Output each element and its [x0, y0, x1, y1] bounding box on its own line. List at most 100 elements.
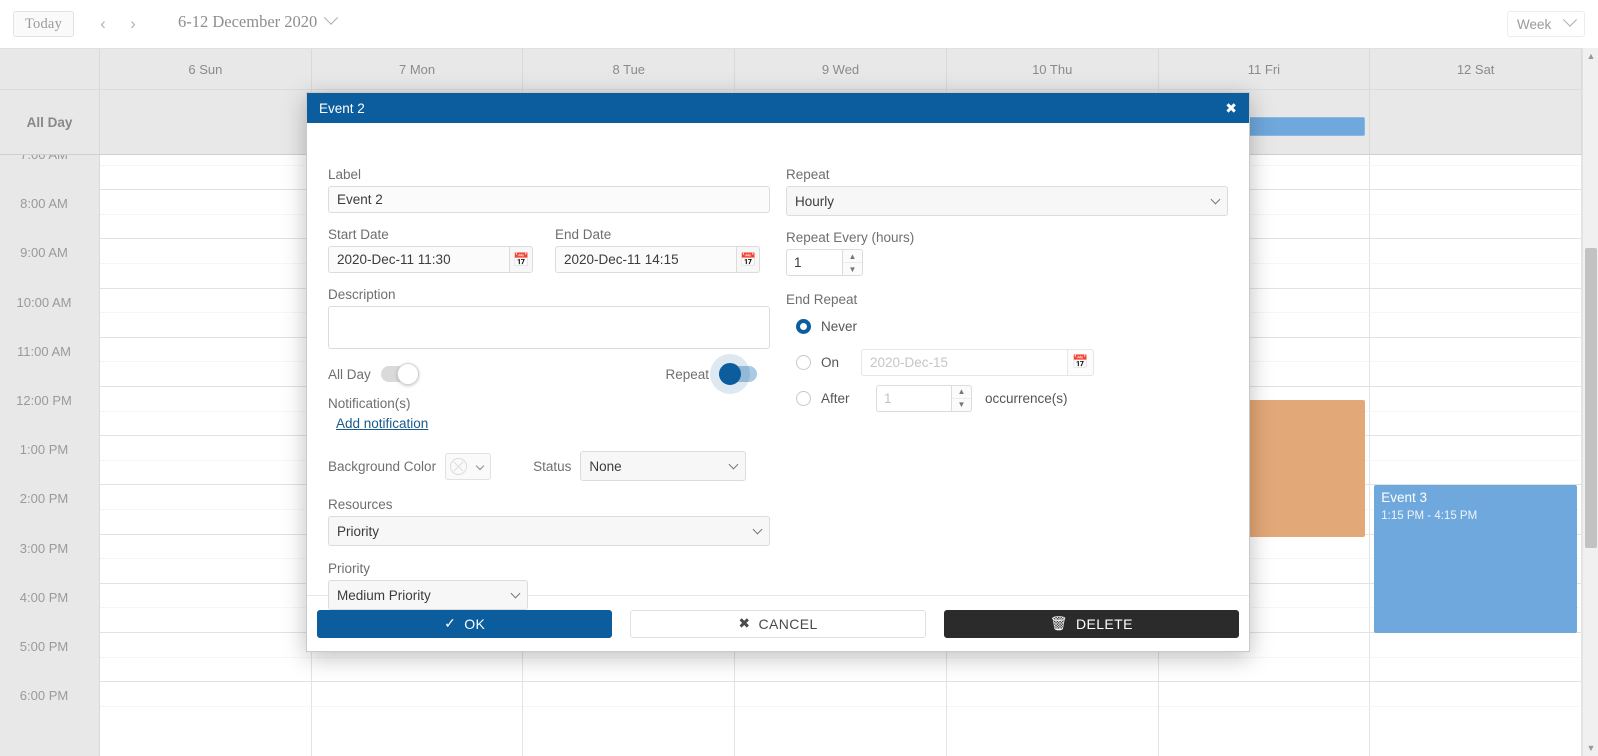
repeat-toggle-label: Repeat — [665, 366, 709, 382]
repeat-toggle[interactable] — [719, 363, 757, 385]
end-repeat-on-row[interactable]: On 2020-Dec-15 📅 — [786, 347, 1228, 377]
day-column-6[interactable] — [1370, 155, 1582, 756]
radio-on[interactable] — [796, 354, 811, 370]
day-header-3[interactable]: 9 Wed — [735, 49, 947, 90]
trash-icon: 🗑 — [1049, 615, 1068, 631]
start-date-input[interactable]: 2020-Dec-11 11:30 — [328, 246, 510, 273]
calendar-app: Today ‹ › 6-12 December 2020 Week 6 Sun 7… — [0, 0, 1598, 756]
chevron-down-icon — [1562, 12, 1578, 27]
calendar-icon[interactable]: 📅 — [1067, 348, 1094, 376]
repeat-value: Hourly — [795, 193, 835, 209]
event-dialog: Event 2 ✖ Label Event 2 Start Date 2020-… — [306, 92, 1250, 652]
resources-select[interactable]: Priority — [328, 516, 770, 546]
stepper-down-icon[interactable]: ▼ — [843, 263, 862, 275]
resources-label: Resources — [328, 497, 393, 512]
priority-select[interactable]: Medium Priority — [328, 580, 528, 610]
radio-after[interactable] — [796, 390, 811, 406]
end-repeat-never-row[interactable]: Never — [786, 311, 1228, 341]
priority-value: Medium Priority — [337, 587, 431, 603]
end-date-input[interactable]: 2020-Dec-11 14:15 — [555, 246, 737, 273]
time-label-2: 9:00 AM — [20, 245, 68, 261]
description-label: Description — [328, 287, 396, 302]
day-header-6[interactable]: 12 Sat — [1370, 49, 1582, 90]
cancel-button[interactable]: ✖ CANCEL — [630, 609, 926, 638]
delete-button-label: DELETE — [1075, 615, 1133, 632]
repeat-select[interactable]: Hourly — [786, 186, 1228, 216]
time-label-3: 10:00 AM — [16, 294, 72, 310]
delete-button[interactable]: 🗑 DELETE — [943, 609, 1239, 638]
occurrences-label: occurrence(s) — [985, 390, 1068, 406]
stepper-up-icon[interactable]: ▲ — [952, 386, 971, 399]
ok-button[interactable]: ✓ OK — [317, 609, 613, 638]
radio-never[interactable] — [796, 318, 811, 334]
end-repeat-after-row[interactable]: After 1 ▲ ▼ occurrence(s) — [786, 383, 1228, 413]
dialog-title: Event 2 — [319, 100, 365, 116]
end-repeat-date-input[interactable]: 2020-Dec-15 — [861, 348, 1067, 376]
day-header-label: 11 Fri — [1247, 62, 1281, 77]
end-date-label: End Date — [555, 227, 612, 242]
dialog-right-column: Repeat Hourly Repeat Every (hours) 1 ▲ ▼ — [786, 167, 1228, 413]
scrollbar-thumb[interactable] — [1585, 248, 1597, 548]
stepper-up-icon[interactable]: ▲ — [843, 250, 862, 263]
chevron-down-icon — [324, 10, 339, 25]
day-header-5[interactable]: 11 Fri — [1159, 49, 1371, 90]
cancel-button-label: CANCEL — [758, 615, 818, 632]
repeat-every-label: Repeat Every (hours) — [786, 230, 915, 245]
toggle-thumb — [719, 363, 741, 385]
add-notification-link[interactable]: Add notification — [336, 416, 428, 431]
dialog-left-column: Label Event 2 Start Date 2020-Dec-11 11:… — [328, 167, 770, 610]
repeat-select-label: Repeat — [786, 167, 830, 182]
all-day-cell-6[interactable] — [1370, 90, 1582, 154]
chevron-down-icon — [728, 459, 739, 470]
view-select[interactable]: Week — [1507, 11, 1585, 37]
time-label-1: 8:00 AM — [20, 196, 68, 212]
repeat-every-stepper[interactable]: 1 ▲ ▼ — [786, 249, 1228, 276]
all-day-cell-0[interactable] — [100, 90, 312, 154]
occurrences-input[interactable]: 1 — [876, 384, 951, 412]
all-day-toggle[interactable] — [380, 363, 419, 385]
label-input[interactable]: Event 2 — [328, 186, 770, 213]
scroll-down-icon[interactable]: ▼ — [1583, 740, 1598, 756]
status-select[interactable]: None — [580, 451, 747, 481]
next-week-icon[interactable]: › — [122, 12, 144, 36]
time-label-9: 4:00 PM — [19, 589, 69, 605]
vertical-scrollbar[interactable]: ▲ ▼ — [1582, 48, 1598, 756]
occurrences-stepper[interactable]: 1 ▲ ▼ — [876, 384, 972, 412]
day-header-2[interactable]: 8 Tue — [523, 49, 736, 90]
dialog-body: Label Event 2 Start Date 2020-Dec-11 11:… — [307, 123, 1249, 610]
day-header-0[interactable]: 6 Sun — [100, 49, 312, 90]
scroll-up-icon[interactable]: ▲ — [1583, 48, 1598, 64]
stepper-down-icon[interactable]: ▼ — [952, 399, 971, 411]
stepper-buttons: ▲ ▼ — [951, 384, 972, 412]
prev-week-icon[interactable]: ‹ — [92, 12, 114, 36]
start-date-group: 2020-Dec-11 11:30 📅 — [328, 246, 533, 273]
stepper-buttons: ▲ ▼ — [842, 249, 863, 276]
time-label-0: 7:00 AM — [0, 155, 88, 162]
chevron-down-icon — [1210, 194, 1221, 205]
calendar-icon[interactable]: 📅 — [736, 246, 760, 273]
end-repeat-label: End Repeat — [786, 292, 858, 307]
day-header-label: 10 Thu — [1032, 62, 1073, 77]
repeat-every-input[interactable]: 1 — [786, 249, 842, 276]
event-3[interactable]: Event 3 1:15 PM - 4:15 PM — [1374, 485, 1577, 633]
resources-value: Priority — [337, 523, 380, 539]
priority-label: Priority — [328, 561, 371, 576]
day-header-row: 6 Sun 7 Mon 8 Tue 9 Wed 10 Thu 11 Fri 12 Sat — [0, 48, 1598, 90]
toggle-thumb — [396, 363, 419, 385]
day-header-label: 12 Sat — [1456, 62, 1495, 77]
day-header-label: 7 Mon — [398, 62, 436, 77]
end-repeat-date-group: 2020-Dec-15 📅 — [861, 348, 1094, 376]
day-column-0[interactable] — [100, 155, 312, 756]
background-color-picker[interactable] — [445, 452, 492, 480]
day-header-label: 6 Sun — [188, 62, 223, 77]
today-button[interactable]: Today — [13, 11, 74, 37]
day-header-4[interactable]: 10 Thu — [947, 49, 1159, 90]
radio-after-label: After — [821, 390, 850, 406]
time-label-7: 2:00 PM — [19, 491, 69, 507]
date-range-picker[interactable]: 6-12 December 2020 — [178, 10, 339, 32]
start-date-label: Start Date — [328, 227, 389, 242]
description-input[interactable] — [328, 306, 770, 349]
calendar-icon[interactable]: 📅 — [509, 246, 533, 273]
close-icon[interactable]: ✖ — [1225, 101, 1237, 115]
day-header-1[interactable]: 7 Mon — [312, 49, 524, 90]
